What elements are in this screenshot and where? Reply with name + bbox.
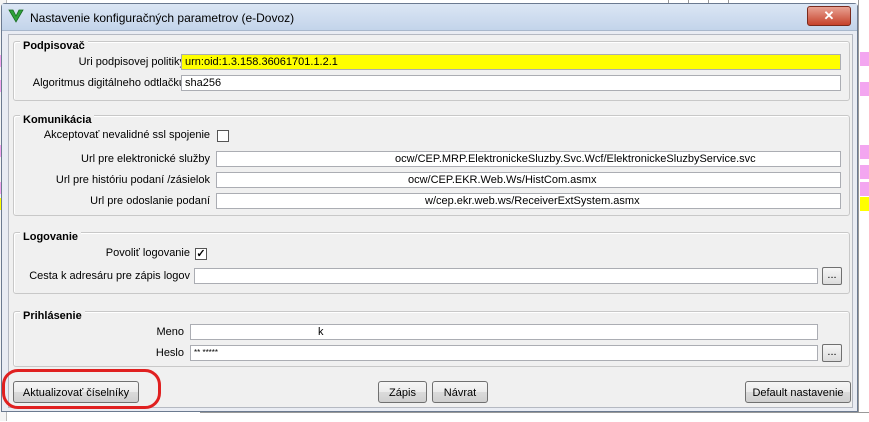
background-row-marker [860,165,869,179]
url-send-input[interactable]: w/cep.ekr.web.ws/ReceiverExtSystem.asmx [216,193,841,209]
url-history-input[interactable]: ocw/CEP.EKR.Web.Ws/HistCom.asmx [216,172,841,188]
accept-ssl-checkbox[interactable] [217,130,229,142]
dialog-content: Podpisovač Uri podpisovej politiky urn:o… [8,34,853,408]
group-logovanie: Logovanie Povoliť logovanie ✓ Cesta k ad… [13,231,850,294]
back-button[interactable]: Návrat [432,381,488,403]
group-title: Podpisovač [20,40,88,52]
url-send-value: w/cep.ekr.web.ws/ReceiverExtSystem.asmx [425,195,640,207]
policy-uri-input[interactable]: urn:oid:1.3.158.36061701.1.2.1 [181,54,841,70]
close-button[interactable]: ✕ [807,6,851,26]
group-komunikacia: Komunikácia Akceptovať nevalidné ssl spo… [13,114,850,216]
group-title: Prihlásenie [20,310,85,322]
policy-uri-label: Uri podpisovej politiky [78,56,185,68]
group-podpisovac: Podpisovač Uri podpisovej politiky urn:o… [13,40,850,101]
password-label: Heslo [155,347,184,359]
url-services-input[interactable]: ocw/CEP.MRP.ElektronickeSluzby.Svc.Wcf/E… [216,151,841,167]
username-label: Meno [156,326,184,338]
url-services-label: Url pre elektronické služby [81,153,210,165]
password-input[interactable]: ** ***** [190,345,818,361]
group-title: Komunikácia [20,114,95,126]
annotation-circle [2,369,161,409]
background-row-marker [860,197,869,211]
accept-ssl-label: Akceptovať nevalidné ssl spojenie [43,129,210,141]
save-button[interactable]: Zápis [378,381,427,403]
log-path-label: Cesta k adresáru pre zápis logov [29,270,190,282]
background-app-right-strip [858,0,869,421]
group-prihlasenie: Prihlásenie Meno k Heslo ** ***** ... [13,310,850,367]
settings-dialog: Nastavenie konfiguračných parametrov (e-… [1,3,858,412]
username-value: k [318,326,324,338]
dialog-title: Nastavenie konfiguračných parametrov (e-… [30,11,295,25]
username-input[interactable]: k [190,324,818,340]
url-history-label: Url pre históriu podaní /zásielok [55,174,210,186]
url-services-value: ocw/CEP.MRP.ElektronickeSluzby.Svc.Wcf/E… [395,153,756,165]
hash-algorithm-label: Algoritmus digitálneho odtlačku [32,77,185,89]
background-row-marker [860,52,869,66]
url-history-value: ocw/CEP.EKR.Web.Ws/HistCom.asmx [408,174,597,186]
dialog-titlebar[interactable]: Nastavenie konfiguračných parametrov (e-… [2,4,857,31]
app-logo-icon [8,8,24,24]
close-icon: ✕ [823,8,835,23]
browse-credentials-button[interactable]: ... [822,344,842,362]
background-row-marker [860,82,869,96]
enable-logging-label: Povoliť logovanie [105,247,190,259]
browse-log-path-button[interactable]: ... [822,267,842,285]
log-path-input[interactable] [194,268,818,284]
group-title: Logovanie [20,231,82,243]
background-row-marker [860,145,869,159]
default-settings-button[interactable]: Default nastavenie [745,381,851,403]
background-row-marker [860,182,869,196]
enable-logging-checkbox[interactable]: ✓ [195,248,207,260]
url-send-label: Url pre odoslanie podaní [90,195,210,207]
hash-algorithm-input[interactable]: sha256 [181,75,841,91]
